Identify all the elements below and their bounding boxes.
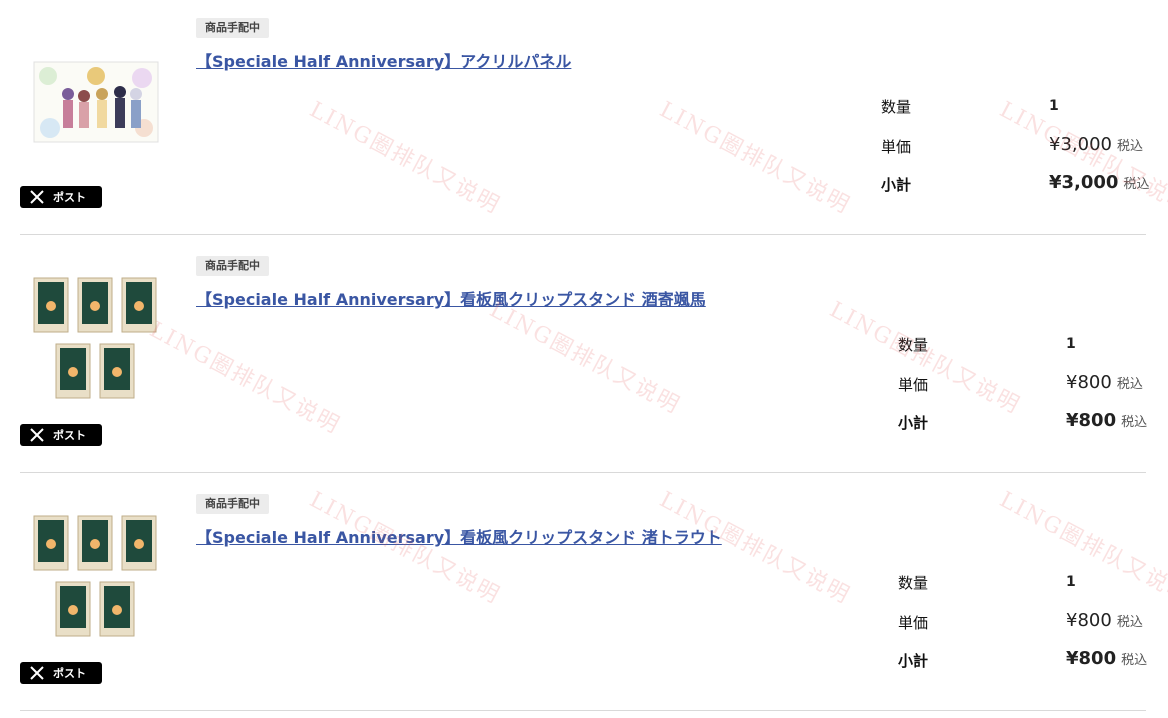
x-logo-icon bbox=[29, 189, 45, 205]
product-title-link[interactable]: 【Speciale Half Anniversary】アクリルパネル bbox=[196, 48, 571, 72]
post-button-label: ポスト bbox=[53, 429, 86, 442]
subtotal-value: ¥800 税込 bbox=[1066, 410, 1148, 431]
product-image-acrylic-panel[interactable] bbox=[30, 36, 170, 168]
cart-item: ポスト 商品手配中 【Speciale Half Anniversary】看板風… bbox=[20, 234, 1147, 473]
post-share-button[interactable]: ポスト bbox=[20, 424, 102, 446]
quantity-value: 1 bbox=[1066, 336, 1076, 352]
post-share-button[interactable]: ポスト bbox=[20, 662, 102, 684]
price-details: 数量 1 単価 ¥800 税込 小計 ¥800 税込 bbox=[898, 330, 1168, 450]
subtotal-label: 小計 bbox=[898, 414, 929, 432]
subtotal-label: 小計 bbox=[898, 652, 929, 670]
quantity-label: 数量 bbox=[898, 336, 929, 354]
cart-item: ポスト 商品手配中 【Speciale Half Anniversary】看板風… bbox=[20, 472, 1147, 711]
unit-price-value: ¥800 税込 bbox=[1066, 610, 1143, 631]
x-logo-icon bbox=[29, 665, 45, 681]
cart-item: ポスト 商品手配中 【Speciale Half Anniversary】アクリ… bbox=[20, 0, 1149, 235]
unit-price-label: 単価 bbox=[898, 614, 929, 632]
price-details: 数量 1 単価 ¥800 税込 小計 ¥800 税込 bbox=[898, 568, 1168, 688]
quantity-label: 数量 bbox=[898, 574, 929, 592]
x-logo-icon bbox=[29, 427, 45, 443]
quantity-label: 数量 bbox=[881, 98, 912, 116]
unit-price-value: ¥3,000 税込 bbox=[1049, 134, 1143, 155]
product-title-link[interactable]: 【Speciale Half Anniversary】看板風クリップスタンド 渚… bbox=[196, 524, 722, 548]
subtotal-value: ¥800 税込 bbox=[1066, 648, 1148, 669]
status-badge: 商品手配中 bbox=[196, 18, 269, 38]
product-title-link[interactable]: 【Speciale Half Anniversary】看板風クリップスタンド 酒… bbox=[196, 286, 706, 310]
unit-price-value: ¥800 税込 bbox=[1066, 372, 1143, 393]
unit-price-label: 単価 bbox=[881, 138, 912, 156]
post-button-label: ポスト bbox=[53, 191, 86, 204]
subtotal-label: 小計 bbox=[881, 176, 912, 194]
status-badge: 商品手配中 bbox=[196, 256, 269, 276]
product-image-clip-stand[interactable] bbox=[30, 512, 170, 644]
post-share-button[interactable]: ポスト bbox=[20, 186, 102, 208]
quantity-value: 1 bbox=[1049, 98, 1059, 114]
status-badge: 商品手配中 bbox=[196, 494, 269, 514]
subtotal-value: ¥3,000 税込 bbox=[1049, 172, 1150, 193]
price-details: 数量 1 単価 ¥3,000 税込 小計 ¥3,000 税込 bbox=[881, 92, 1151, 212]
product-image-clip-stand[interactable] bbox=[30, 274, 170, 406]
post-button-label: ポスト bbox=[53, 667, 86, 680]
unit-price-label: 単価 bbox=[898, 376, 929, 394]
quantity-value: 1 bbox=[1066, 574, 1076, 590]
